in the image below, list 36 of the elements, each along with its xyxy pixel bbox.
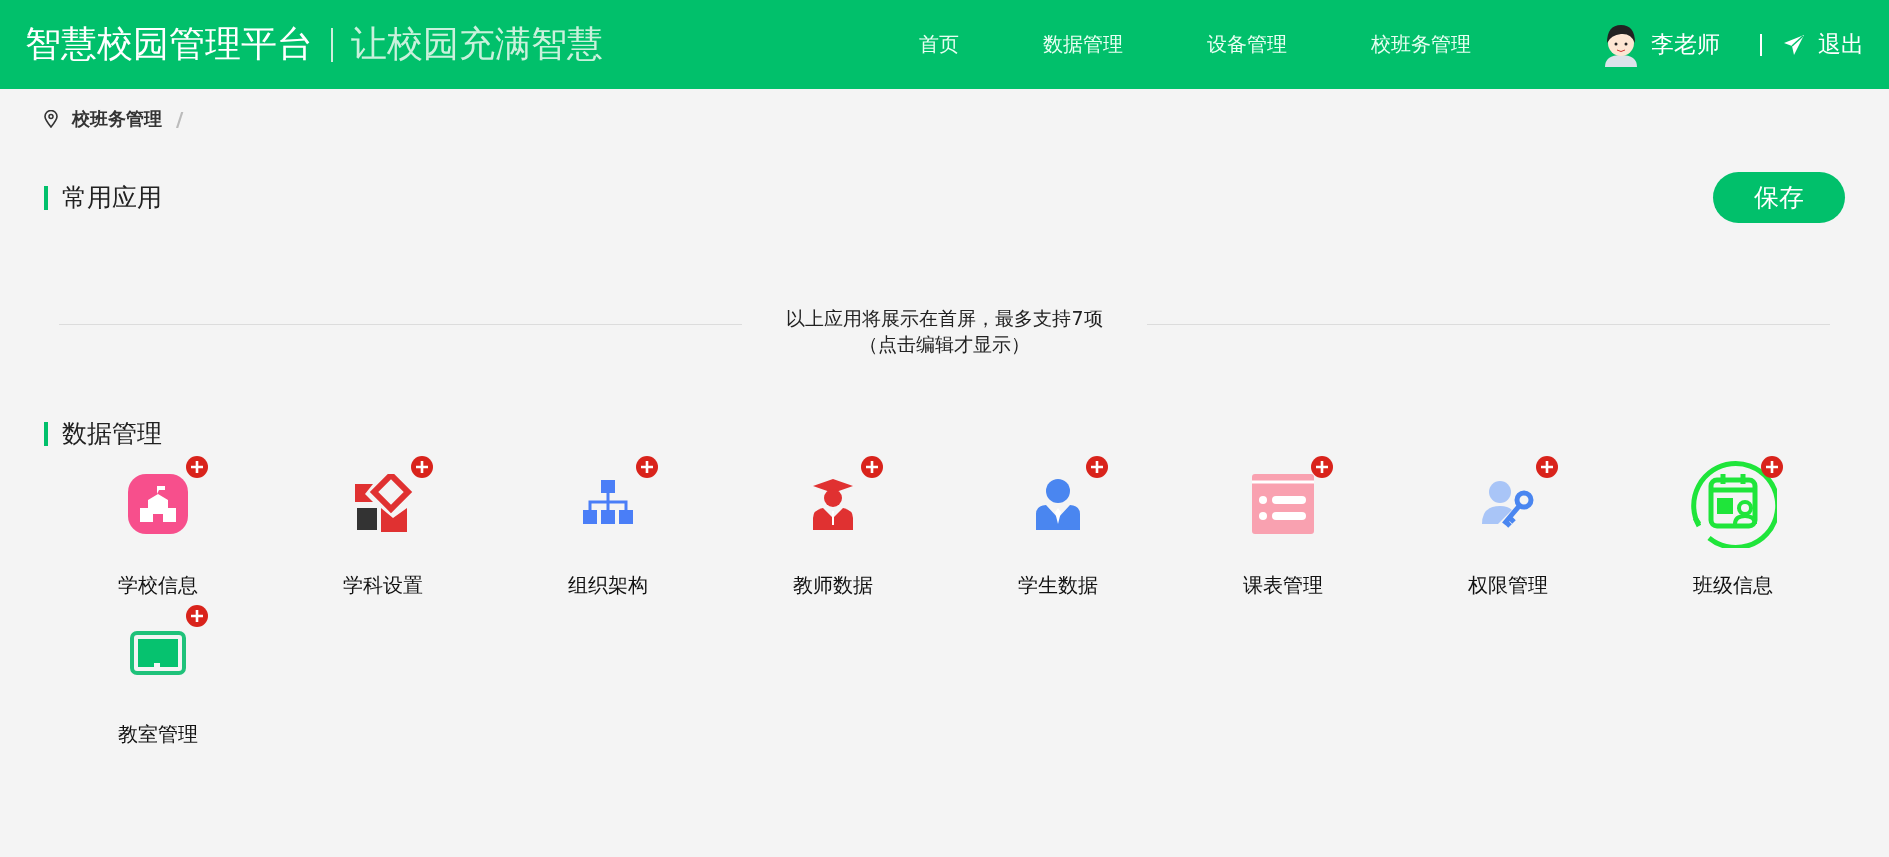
app-label[interactable]: 学校信息 <box>117 572 198 599</box>
hint-text: （点击编辑才显示） <box>859 332 1030 357</box>
add-badge-icon[interactable] <box>410 456 433 478</box>
user-name: 李老师 <box>1651 30 1720 59</box>
add-badge-icon[interactable] <box>185 605 208 627</box>
avatar-icon <box>1603 22 1639 67</box>
person-icon[interactable] <box>1033 478 1082 530</box>
section-title: 常用应用 <box>62 182 162 214</box>
add-badge-icon[interactable] <box>1535 456 1558 478</box>
app-label[interactable]: 学生数据 <box>1017 572 1098 599</box>
add-badge-icon[interactable] <box>185 456 208 478</box>
app-label[interactable]: 课表管理 <box>1242 572 1323 599</box>
hint-text: 以上应用将展示在首屏，最多支持7项 <box>786 306 1103 331</box>
add-badge-icon[interactable] <box>860 456 883 478</box>
app-label[interactable]: 教室管理 <box>117 721 198 748</box>
add-badge-icon[interactable] <box>1085 456 1108 478</box>
send-icon <box>1784 34 1804 55</box>
section-title: 数据管理 <box>62 418 162 450</box>
breadcrumb-item[interactable]: 校班务管理 <box>72 107 162 131</box>
add-badge-icon[interactable] <box>635 456 658 478</box>
graduate-icon[interactable] <box>810 478 855 530</box>
app-label[interactable]: 组织架构 <box>567 572 648 599</box>
app-label[interactable]: 权限管理 <box>1467 572 1548 599</box>
user-key-icon[interactable] <box>1479 478 1536 530</box>
add-badge-icon[interactable] <box>1760 456 1783 478</box>
location-pin-icon <box>44 110 58 128</box>
app-label[interactable]: 学科设置 <box>342 572 423 599</box>
platform-slogan: 让校园充满智慧 <box>351 22 603 66</box>
breadcrumb-separator: / <box>176 107 184 131</box>
school-icon[interactable] <box>125 472 190 536</box>
class-calendar-icon[interactable] <box>1688 460 1777 548</box>
shapes-icon[interactable] <box>352 474 413 534</box>
app-label[interactable]: 教师数据 <box>792 572 873 599</box>
platform-title: 智慧校园管理平台 <box>25 22 313 66</box>
app-label[interactable]: 班级信息 <box>1692 572 1773 599</box>
add-badge-icon[interactable] <box>1310 456 1333 478</box>
